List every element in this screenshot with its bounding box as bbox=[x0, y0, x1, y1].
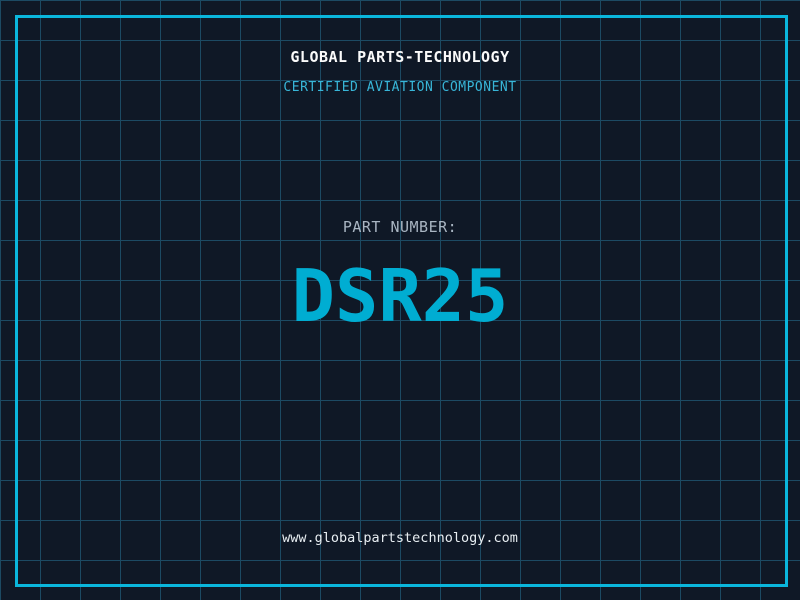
part-number-value: DSR25 bbox=[291, 254, 509, 338]
part-number-label: PART NUMBER: bbox=[342, 218, 458, 236]
website-url: www.globalpartstechnology.com bbox=[282, 530, 518, 546]
certification-subtitle: CERTIFIED AVIATION COMPONENT bbox=[283, 80, 517, 95]
company-title: GLOBAL PARTS-TECHNOLOGY bbox=[290, 48, 510, 66]
